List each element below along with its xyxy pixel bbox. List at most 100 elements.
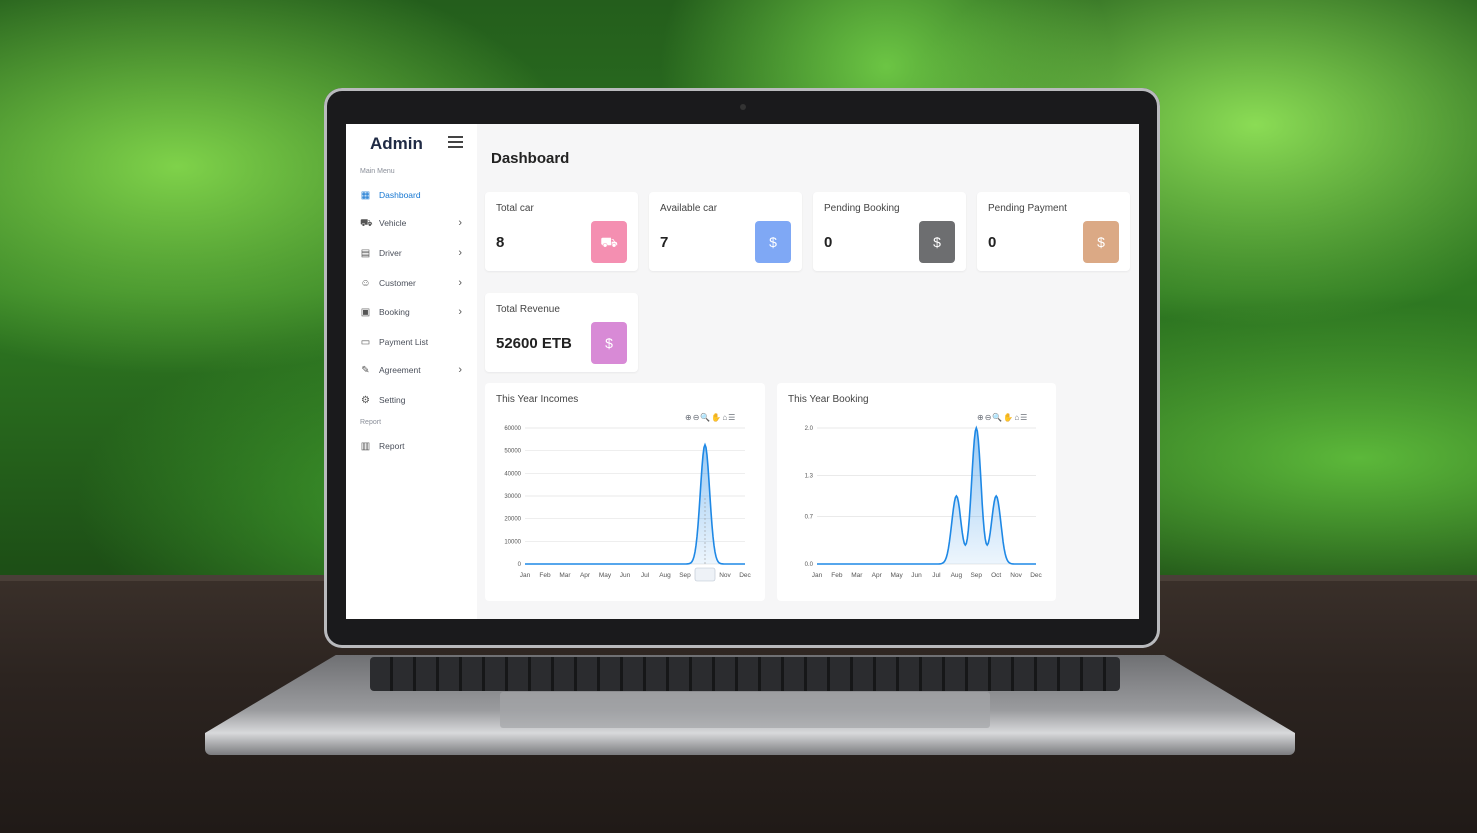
keyboard xyxy=(370,657,1120,691)
sidebar-item-driver[interactable]: ▤ Driver › xyxy=(360,244,466,262)
y-tick-label: 40000 xyxy=(504,471,521,477)
chart-card-booking: This Year Booking ⊕⊖🔍✋⌂☰ 2.0 1.3 0.7 0.0 Jan… xyxy=(777,383,1056,601)
x-tick-label: May xyxy=(890,572,903,579)
y-tick-label: 0.7 xyxy=(805,514,814,520)
stat-label: Pending Booking xyxy=(824,203,900,214)
main-content: Dashboard Total car 8 ⛟ Available car 7 … xyxy=(477,124,1139,619)
x-tick-label: Aug xyxy=(951,572,963,579)
money-icon: ▭ xyxy=(360,336,371,348)
sidebar-item-label: Customer xyxy=(379,278,416,288)
x-tick-label: Jul xyxy=(932,572,941,579)
sidebar-item-label: Dashboard xyxy=(379,190,421,200)
stat-card-pending-payment[interactable]: Pending Payment 0 $ xyxy=(977,192,1130,271)
y-tick-label: 10000 xyxy=(504,539,521,545)
x-tick-label: Jul xyxy=(641,572,650,579)
x-tick-label: Jun xyxy=(620,572,631,579)
chevron-right-icon: › xyxy=(458,217,462,229)
sidebar-item-customer[interactable]: ☺ Customer › xyxy=(360,274,466,292)
main-menu-label: Main Menu xyxy=(360,168,395,175)
x-tick-label: Dec xyxy=(739,572,751,579)
chevron-right-icon: › xyxy=(458,306,462,318)
stat-label: Total car xyxy=(496,203,534,214)
stat-card-total-revenue[interactable]: Total Revenue 52600 ETB $ xyxy=(485,293,638,372)
x-tick-label: Apr xyxy=(580,572,591,579)
sidebar-item-setting[interactable]: ⚙ Setting xyxy=(360,391,466,409)
sidebar-item-booking[interactable]: ▣ Booking › xyxy=(360,303,466,321)
chevron-right-icon: › xyxy=(458,277,462,289)
stat-label: Total Revenue xyxy=(496,304,560,315)
report-section-label: Report xyxy=(360,419,382,426)
sidebar-item-payment-list[interactable]: ▭ Payment List xyxy=(360,333,466,351)
x-tick-label: Oct xyxy=(991,572,1001,579)
stat-card-pending-booking[interactable]: Pending Booking 0 $ xyxy=(813,192,966,271)
incomes-chart: 60000 50000 40000 30000 20000 10000 0 Jan Feb Mar… xyxy=(504,426,752,582)
booking-chart: 2.0 1.3 0.7 0.0 Jan Feb Mar Apr May Jun Jul Aug Sep O… xyxy=(805,425,1043,579)
x-tick-label: Sep xyxy=(679,572,691,579)
x-tick-label: Nov xyxy=(719,572,731,579)
brand-title: Admin xyxy=(370,134,423,153)
y-tick-label: 30000 xyxy=(504,494,521,500)
chevron-right-icon: › xyxy=(458,364,462,376)
x-tick-label: Jan xyxy=(520,572,531,579)
sidebar-item-agreement[interactable]: ✎ Agreement › xyxy=(360,361,466,379)
series-line xyxy=(817,425,1036,565)
x-tick-label: Jan xyxy=(812,572,823,579)
report-icon: ▥ xyxy=(360,440,371,452)
x-tick-label: Nov xyxy=(1010,572,1022,579)
menu-toggle-icon[interactable] xyxy=(448,136,463,148)
series-area xyxy=(525,444,745,564)
coins-icon: $ xyxy=(591,322,627,364)
user-icon: ☺ xyxy=(360,277,371,289)
y-tick-label: 20000 xyxy=(504,517,521,523)
x-tick-label: May xyxy=(599,572,612,579)
page-title: Dashboard xyxy=(491,150,570,167)
grid-icon: ▦ xyxy=(360,189,371,201)
x-tick-label: Feb xyxy=(831,572,843,579)
stat-card-total-car[interactable]: Total car 8 ⛟ xyxy=(485,192,638,271)
x-tick-label: Jun xyxy=(911,572,922,579)
y-tick-label: 0 xyxy=(518,562,522,568)
id-card-icon: ▤ xyxy=(360,247,371,259)
coins-icon: $ xyxy=(919,221,955,263)
trackpad xyxy=(500,692,990,728)
x-tick-label: Sep xyxy=(970,572,982,579)
pen-icon: ✎ xyxy=(361,364,370,376)
calendar-icon: ▣ xyxy=(360,306,371,318)
y-tick-label: 1.3 xyxy=(805,474,814,480)
sidebar-item-report[interactable]: ▥ Report xyxy=(360,437,466,455)
car-icon: ⛟ xyxy=(360,217,373,229)
x-tick-label: Apr xyxy=(872,572,883,579)
y-tick-label: 50000 xyxy=(504,449,521,455)
sidebar-item-label: Driver xyxy=(379,248,402,258)
chevron-right-icon: › xyxy=(458,247,462,259)
x-tick-label: Aug xyxy=(659,572,671,579)
gear-icon: ⚙ xyxy=(361,394,370,406)
stat-label: Available car xyxy=(660,203,718,214)
stat-value: 0 xyxy=(988,234,997,251)
stat-value: 0 xyxy=(824,234,833,251)
tooltip-box xyxy=(694,567,716,582)
coins-icon: $ xyxy=(755,221,791,263)
sidebar-item-label: Vehicle xyxy=(379,218,407,228)
sidebar-item-label: Agreement xyxy=(379,365,421,375)
x-tick-label: Mar xyxy=(559,572,571,579)
sidebar-item-dashboard[interactable]: ▦ Dashboard xyxy=(360,186,466,204)
sidebar: Admin Main Menu ▦ Dashboard ⛟ Vehicle › … xyxy=(346,124,477,619)
x-tick-label: Dec xyxy=(1030,572,1042,579)
sidebar-item-label: Report xyxy=(379,441,405,451)
sidebar-item-label: Setting xyxy=(379,395,406,405)
x-tick-label: Feb xyxy=(539,572,551,579)
stat-value: 8 xyxy=(496,234,505,251)
stat-card-available-car[interactable]: Available car 7 $ xyxy=(649,192,802,271)
stat-label: Pending Payment xyxy=(988,203,1067,214)
sidebar-item-vehicle[interactable]: ⛟ Vehicle › xyxy=(360,214,466,232)
camera-icon xyxy=(740,104,746,110)
stat-value: 7 xyxy=(660,234,669,251)
x-tick-label: Mar xyxy=(851,572,863,579)
y-tick-label: 0.0 xyxy=(805,562,814,568)
y-tick-label: 60000 xyxy=(504,426,521,432)
sidebar-item-label: Payment List xyxy=(379,337,429,347)
coins-icon: $ xyxy=(1083,221,1119,263)
car-icon: ⛟ xyxy=(591,221,627,263)
sidebar-item-label: Booking xyxy=(379,307,410,317)
